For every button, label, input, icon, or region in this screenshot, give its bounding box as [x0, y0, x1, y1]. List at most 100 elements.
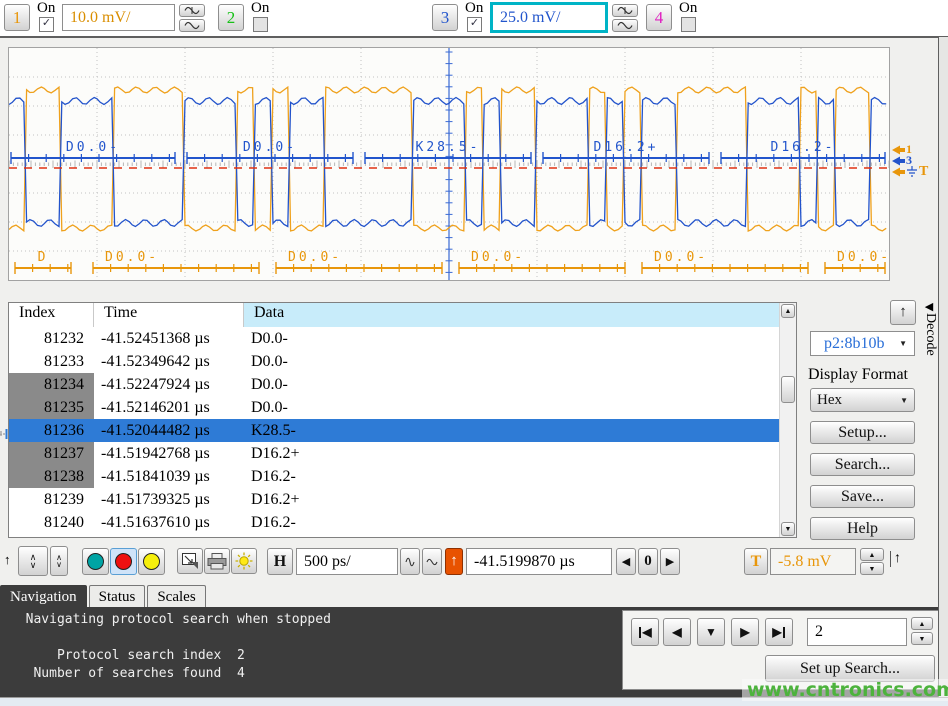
table-row[interactable]: 81236-41.52044482 µsK28.5- [9, 419, 780, 442]
cell-data[interactable]: D16.2- [244, 514, 780, 532]
cell-data[interactable]: D16.2+ [244, 491, 780, 509]
tab-status[interactable]: Status [89, 585, 146, 608]
current-result-button[interactable]: ▼ [697, 618, 725, 646]
cell-index[interactable]: 81234 [9, 373, 94, 396]
channel-3-on-checkbox[interactable]: ✓ [467, 17, 482, 32]
trigger-level-down-button[interactable]: ▼ [860, 562, 884, 575]
channel-1-button[interactable]: 1 [4, 4, 30, 31]
channel-4-button[interactable]: 4 [646, 4, 672, 31]
display-format-dropdown[interactable]: Hex ▼ [810, 388, 915, 412]
cell-time[interactable]: -41.51841039 µs [94, 468, 244, 486]
channel-3-level-marker[interactable]: 3 [892, 155, 912, 166]
cell-index[interactable]: 81239 [9, 488, 94, 511]
table-row[interactable]: 81240-41.51637610 µsD16.2- [9, 511, 780, 534]
tab-scales[interactable]: Scales [147, 585, 205, 608]
single-button[interactable] [138, 548, 165, 575]
channel-1-on-checkbox[interactable]: ✓ [39, 17, 54, 32]
cell-time[interactable]: -41.52044482 µs [94, 422, 244, 440]
cell-time[interactable]: -41.51637610 µs [94, 514, 244, 532]
cell-index[interactable]: 81233 [9, 350, 94, 373]
search-index-up-button[interactable]: ▲ [911, 617, 933, 630]
cell-data[interactable]: K28.5- [244, 422, 780, 440]
cell-time[interactable]: -41.52146201 µs [94, 399, 244, 417]
cell-time[interactable]: -41.52451368 µs [94, 330, 244, 348]
print-button[interactable] [204, 548, 230, 574]
table-row[interactable]: 81233-41.52349642 µsD0.0- [9, 350, 780, 373]
first-result-button[interactable]: ◀ [631, 618, 659, 646]
search-button[interactable]: Search... [810, 453, 915, 476]
trigger-level-field[interactable]: -5.8 mV [770, 548, 856, 575]
cell-index[interactable]: 81238 [9, 465, 94, 488]
table-row[interactable]: 81237-41.51942768 µsD16.2+ [9, 442, 780, 465]
set-up-search-button[interactable]: Set up Search... [765, 655, 935, 682]
zero-position-button[interactable]: 0 [638, 548, 658, 575]
previous-result-button[interactable]: ◀ [663, 618, 691, 646]
channel-2-on-checkbox[interactable] [253, 17, 268, 32]
channel-2-button[interactable]: 2 [218, 4, 244, 31]
timebase-scale-field[interactable]: 500 ps/ [296, 548, 398, 575]
next-result-button[interactable]: ▶ [731, 618, 759, 646]
cell-data[interactable]: D0.0- [244, 399, 780, 417]
cell-data[interactable]: D16.2- [244, 468, 780, 486]
cell-data[interactable]: D0.0- [244, 330, 780, 348]
vertical-offset-stepper[interactable]: ∧ ∨ [50, 546, 68, 576]
horizontal-button[interactable]: H [267, 548, 293, 575]
channel-3-scale-field[interactable]: 25.0 mV/ [490, 2, 608, 33]
cell-data[interactable]: D16.2+ [244, 445, 780, 463]
channel-1-scale-field[interactable]: 10.0 mV/ [62, 4, 175, 31]
vertical-scale-stepper[interactable]: ∧ ∨ [18, 546, 48, 576]
scroll-thumb[interactable] [781, 376, 795, 403]
scroll-down-button[interactable]: ▼ [781, 522, 795, 536]
setup-button[interactable]: Setup... [810, 421, 915, 444]
search-index-down-button[interactable]: ▼ [911, 632, 933, 645]
scale-fine-button[interactable] [179, 4, 205, 17]
cell-index[interactable]: 81237 [9, 442, 94, 465]
cell-index[interactable]: 81235 [9, 396, 94, 419]
scale-fine-button[interactable] [612, 4, 638, 17]
table-row[interactable]: 81239-41.51739325 µsD16.2+ [9, 488, 780, 511]
cell-time[interactable]: -41.51942768 µs [94, 445, 244, 463]
save-button[interactable]: Save... [810, 485, 915, 508]
cell-time[interactable]: -41.51739325 µs [94, 491, 244, 509]
cell-time[interactable]: -41.52349642 µs [94, 353, 244, 371]
waveform-plot[interactable]: D0.0-D0.0-K28.5-D16.2+D16.2-DD0.0-D0.0-D… [8, 47, 890, 281]
table-row[interactable]: 81235-41.52146201 µsD0.0- [9, 396, 780, 419]
horizontal-position-field[interactable]: -41.5199870 µs [466, 548, 612, 575]
column-header-index[interactable]: Index [9, 303, 94, 327]
table-row[interactable]: 81238-41.51841039 µsD16.2- [9, 465, 780, 488]
channel-3-button[interactable]: 3 [432, 4, 458, 31]
channel-4-on-checkbox[interactable] [681, 17, 696, 32]
cell-data[interactable]: D0.0- [244, 376, 780, 394]
timebase-coarse-button[interactable] [422, 548, 442, 575]
last-result-button[interactable]: ▶ [765, 618, 793, 646]
display-settings-button[interactable] [231, 548, 257, 574]
timebase-fine-button[interactable] [400, 548, 420, 575]
tab-navigation[interactable]: Navigation [0, 585, 87, 608]
search-index-field[interactable]: 2 [807, 618, 907, 646]
decode-side-tab[interactable]: ◀ Decode [920, 300, 938, 390]
pan-right-button[interactable]: ▶ [660, 548, 680, 575]
trigger-level-up-button[interactable]: ▲ [860, 548, 884, 561]
column-header-time[interactable]: Time [94, 303, 244, 327]
run-button[interactable] [82, 548, 109, 575]
sine-button[interactable] [179, 19, 205, 32]
stop-button[interactable] [110, 548, 137, 575]
column-header-data[interactable]: Data [244, 303, 780, 327]
cell-time[interactable]: -41.52247924 µs [94, 376, 244, 394]
sine-button[interactable] [612, 19, 638, 32]
trigger-position-button[interactable]: ↑ [445, 548, 463, 575]
pan-left-button[interactable]: ◀ [616, 548, 636, 575]
table-row[interactable]: 81234-41.52247924 µsD0.0- [9, 373, 780, 396]
trigger-button[interactable]: T [744, 548, 768, 575]
help-button[interactable]: Help [810, 517, 915, 540]
cell-index[interactable]: 81232 [9, 327, 94, 350]
table-scrollbar[interactable]: ▲ ▼ [779, 303, 796, 537]
scroll-up-button[interactable]: ▲ [781, 304, 795, 318]
cell-index[interactable]: 81236 [9, 419, 94, 442]
trigger-level-marker[interactable]: T [892, 166, 928, 177]
panel-collapse-button[interactable]: ↑ [890, 300, 916, 325]
cell-data[interactable]: D0.0- [244, 353, 780, 371]
decode-bus-selector[interactable]: p2:8b10b ▼ [810, 331, 915, 356]
table-row[interactable]: 81232-41.52451368 µsD0.0- [9, 327, 780, 350]
zoom-mode-button[interactable] [177, 548, 203, 574]
